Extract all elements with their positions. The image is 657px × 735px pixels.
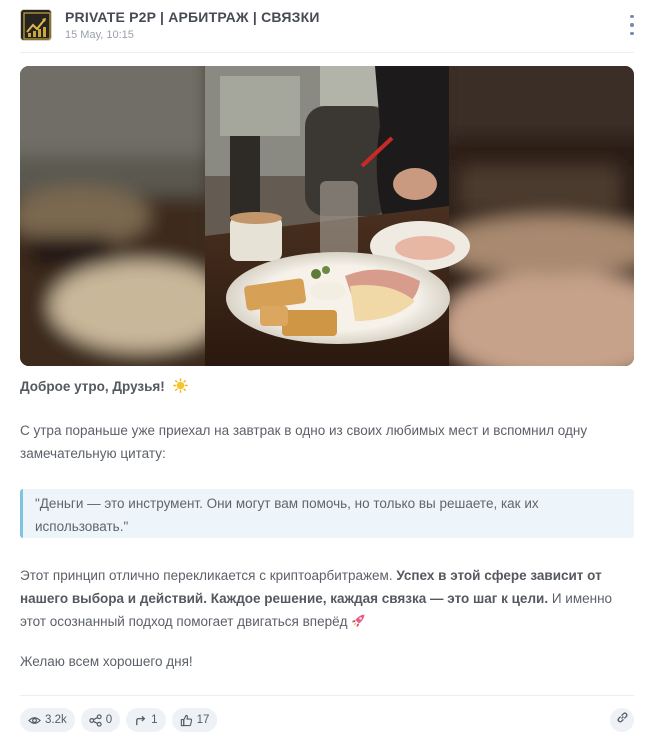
forwards-count: 1 [151,714,158,726]
post-intro: С утра пораньше уже приехал на завтрак в… [20,423,588,461]
sun-icon [172,377,188,400]
post-header: PRIVATE P2P | АРБИТРАЖ | СВЯЗКИ 15 May, … [20,9,637,43]
eye-icon [28,714,41,727]
post-body: Этот принцип отлично перекликается с кри… [20,564,634,635]
channel-title[interactable]: PRIVATE P2P | АРБИТРАЖ | СВЯЗКИ [65,9,320,25]
views-counter[interactable]: 3.2k [20,708,75,732]
thumbs-up-icon [180,714,193,727]
footer-divider [20,695,634,696]
rocket-icon [351,612,366,635]
post-stats: 3.2k 0 1 17 [20,708,218,732]
shares-count: 0 [105,714,113,726]
body-start: Этот принцип отлично перекликается с кри… [20,568,397,583]
forwards-counter[interactable]: 1 [126,708,166,732]
post-date: 15 May, 10:15 [65,29,134,41]
greeting-text: Доброе утро, Друзья! [20,379,165,394]
views-count: 3.2k [45,714,67,726]
post-closing: Желаю всем хорошего дня! [20,654,193,669]
link-icon [616,711,629,729]
likes-counter[interactable]: 17 [171,708,218,732]
forward-icon [134,714,147,727]
post-photo[interactable] [20,66,634,366]
channel-avatar[interactable] [20,9,52,41]
shares-counter[interactable]: 0 [80,708,121,732]
more-options-icon[interactable] [627,15,637,35]
likes-count: 17 [196,714,210,726]
share-icon [89,713,102,727]
post-greeting: Доброе утро, Друзья! [20,375,634,400]
header-divider [20,52,634,53]
post-quote: "Деньги — это инструмент. Они могут вам … [20,489,634,538]
copy-link-button[interactable] [610,708,634,732]
